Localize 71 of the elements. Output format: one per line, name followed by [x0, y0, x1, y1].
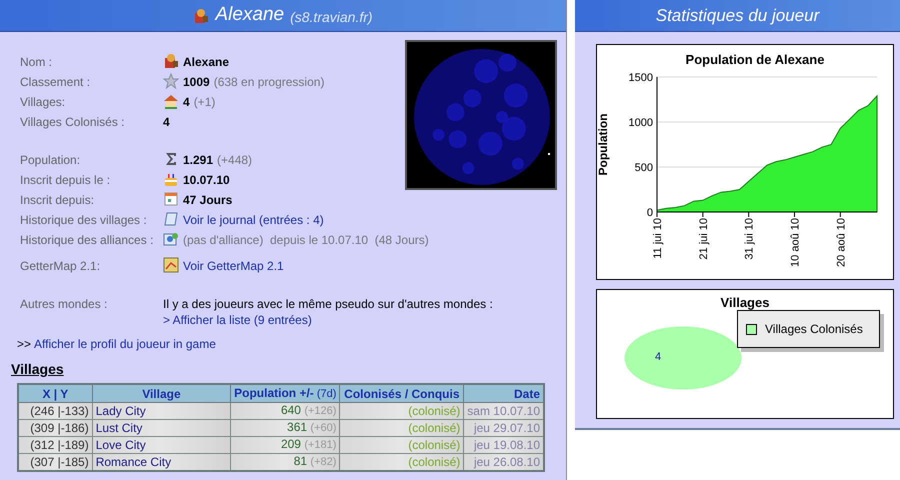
table-cell: (309 |-186)	[18, 420, 92, 436]
field-note: (pas d'alliance) depuis le 10.07.10 (48 Jours)	[183, 232, 429, 249]
chart-title: Population de Alexane	[686, 52, 824, 67]
data-label: 4	[655, 351, 662, 363]
population-change: (+181)	[304, 439, 336, 451]
panel-title: Statistiques du joueur	[656, 4, 820, 27]
column-header: Village	[92, 384, 231, 402]
table-cell: (colonisé)	[340, 402, 464, 420]
population-change: (+82)	[310, 456, 336, 468]
server-name: (s8.travian.fr)	[290, 8, 373, 27]
column-header: X | Y	[18, 384, 92, 402]
tick-label: 500	[634, 162, 653, 174]
field-value: 47 Jours	[183, 192, 232, 209]
legend-label: Villages Colonisés	[765, 321, 863, 338]
axis-title: Population	[597, 114, 610, 176]
field-value: 1009	[183, 74, 210, 91]
field-label: Inscrit depuis:	[20, 192, 96, 209]
field-value: 10.07.10	[183, 172, 230, 189]
tick-label: 10 aoû 10	[790, 218, 802, 267]
player-title: Alexane	[215, 3, 284, 28]
tick-label: 1000	[628, 117, 653, 129]
tick-label: 1500	[628, 72, 653, 84]
table-cell: jeu 29.07.10	[464, 420, 544, 436]
field-label: Inscrit depuis le :	[20, 172, 112, 189]
table-cell: (colonisé)	[340, 436, 464, 454]
table-cell: (307 |-185)	[18, 454, 92, 471]
profile-link[interactable]: Afficher le profil du joueur in game	[34, 335, 216, 353]
field-label: Autres mondes :	[20, 296, 108, 312]
field-link[interactable]: > Afficher la liste (9 entrées)	[163, 312, 493, 328]
chart-title: Villages	[720, 295, 770, 310]
tick-label: 0	[646, 207, 653, 219]
table-cell: (colonisé)	[340, 420, 464, 436]
column-header: Date	[464, 384, 544, 402]
field-value: 4	[163, 114, 170, 131]
field-label: Population:	[20, 152, 82, 169]
table-cell: (colonisé)	[340, 454, 464, 471]
table-cell: (246 |-133)	[18, 402, 92, 420]
field-label: Classement :	[20, 74, 92, 91]
field-value: 1.291	[183, 152, 214, 169]
field-label: Villages:	[20, 94, 66, 111]
link-prefix: >>	[17, 336, 32, 353]
field-note: (+448)	[217, 152, 252, 169]
field-label: Villages Colonisés :	[20, 114, 126, 131]
field-label: Historique des villages :	[20, 212, 148, 229]
field-note: (+1)	[194, 94, 216, 111]
field-label: Historique des alliances :	[20, 232, 154, 249]
column-header: Population +/- (7d)	[230, 384, 340, 402]
column-header: Colonisés / Conquis	[340, 384, 464, 402]
field-note: (638 en progression)	[214, 74, 324, 91]
population-change: (+60)	[310, 422, 336, 434]
table-cell: jeu 19.08.10	[464, 436, 544, 454]
population-value: 640	[280, 403, 301, 417]
population-value: 81	[294, 454, 308, 468]
table-cell: (312 |-189)	[18, 436, 92, 454]
field-value: Alexane	[183, 54, 230, 71]
field-label: Nom :	[20, 54, 54, 71]
tick-label: 20 aoû 10	[835, 218, 848, 267]
table-cell: sam 10.07.10	[464, 402, 544, 420]
population-value: 209	[280, 437, 301, 451]
field-link[interactable]: Voir GetterMap 2.1	[183, 256, 284, 276]
population-value: 361	[287, 420, 308, 434]
field-label: GetterMap 2.1:	[20, 258, 102, 275]
tick-label: 21 jui 10	[698, 218, 710, 260]
population-change: (+126)	[304, 405, 336, 417]
field-value: 4	[183, 94, 190, 111]
table-cell: jeu 26.08.10	[464, 454, 544, 471]
tick-label: 11 jui 10	[652, 218, 664, 259]
section-heading: Villages	[11, 361, 64, 377]
field-link[interactable]: Voir le journal (entrées : 4)	[183, 210, 324, 230]
tick-label: 31 jui 10	[744, 218, 756, 260]
field-value: Il y a des joueurs avec le même pseudo sur d'autres mondes :	[163, 296, 493, 312]
